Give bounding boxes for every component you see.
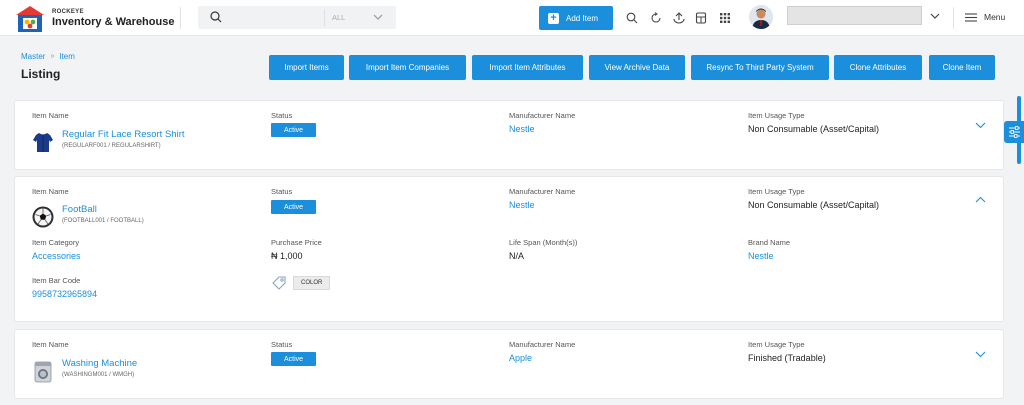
usage-type-value: Finished (Tradable) <box>748 353 826 363</box>
football-thumbnail-icon[interactable] <box>32 206 54 228</box>
status-label: Status <box>271 340 293 349</box>
refresh-icon[interactable] <box>650 12 662 24</box>
clone-item-button[interactable]: Clone Item <box>929 55 995 80</box>
search-filter-select[interactable]: ALL <box>332 13 345 22</box>
add-item-label: Add Item <box>566 13 599 23</box>
item-card: Item Name Washing Machine (WASHINGM001 /… <box>14 329 1004 399</box>
chevron-down-icon[interactable] <box>975 122 986 129</box>
manufacturer-label: Manufacturer Name <box>509 111 576 120</box>
status-badge: Active <box>271 200 316 214</box>
upload-icon[interactable] <box>673 12 685 24</box>
purchase-price-value: ₦ 1,000 <box>271 251 303 261</box>
search-input[interactable] <box>230 10 320 25</box>
divider <box>180 7 181 29</box>
item-card: Item Name FootBall (FOOTBALL001 / FOOTBA… <box>14 176 1004 322</box>
filter-panel-toggle[interactable] <box>1004 121 1024 143</box>
sliders-icon <box>1009 126 1020 138</box>
divider <box>953 7 954 29</box>
menu-label: Menu <box>984 12 1006 22</box>
hamburger-icon <box>965 12 977 22</box>
view-archive-data-button[interactable]: View Archive Data <box>589 55 685 80</box>
manufacturer-label: Manufacturer Name <box>509 340 576 349</box>
search-icon <box>210 11 222 23</box>
manufacturer-link[interactable]: Apple <box>509 353 532 363</box>
item-code: (FOOTBALL001 / FOOTBALL) <box>62 218 144 224</box>
item-name-label: Item Name <box>32 111 69 120</box>
import-item-attributes-button[interactable]: Import Item Attributes <box>472 55 583 80</box>
item-name-label: Item Name <box>32 340 69 349</box>
purchase-price-label: Purchase Price <box>271 238 322 247</box>
plus-icon: + <box>548 12 559 24</box>
breadcrumb-current[interactable]: Item <box>59 52 75 61</box>
item-code: (WASHINGM001 / WMGH) <box>62 372 135 378</box>
menu-button[interactable]: Menu <box>965 12 1005 22</box>
item-name-link[interactable]: Washing Machine <box>62 358 137 369</box>
status-badge: Active <box>271 352 316 366</box>
chevron-down-icon[interactable] <box>373 14 383 21</box>
resync-third-party-button[interactable]: Resync To Third Party System <box>691 55 829 80</box>
status-label: Status <box>271 111 293 120</box>
life-span-label: Life Span (Month(s)) <box>509 238 578 247</box>
item-name-label: Item Name <box>32 187 69 196</box>
avatar[interactable] <box>749 5 773 29</box>
apps-grid-icon[interactable] <box>719 12 731 24</box>
washing-machine-thumbnail-icon[interactable] <box>32 361 54 383</box>
attribute-chip[interactable]: COLOR <box>293 276 331 290</box>
top-bar: ROCKEYE Inventory & Warehouse ALL + Add … <box>0 0 1024 36</box>
life-span-value: N/A <box>509 251 525 261</box>
usage-type-value: Non Consumable (Asset/Capital) <box>748 200 880 210</box>
item-card: Item Name Regular Fit Lace Resort Shirt … <box>14 100 1004 170</box>
app-title: Inventory & Warehouse <box>52 16 175 28</box>
usage-type-label: Item Usage Type <box>748 340 805 349</box>
usage-type-label: Item Usage Type <box>748 111 805 120</box>
breadcrumb-separator-icon: » <box>50 53 55 60</box>
chevron-up-icon[interactable] <box>975 196 986 203</box>
page-title: Listing <box>21 67 61 81</box>
global-search: ALL <box>198 6 396 29</box>
item-barcode-label: Item Bar Code <box>32 276 81 285</box>
user-name-redacted[interactable] <box>787 6 922 25</box>
chevron-down-icon[interactable] <box>975 351 986 358</box>
item-category-link[interactable]: Accessories <box>32 251 81 261</box>
search-icon[interactable] <box>626 12 638 24</box>
item-category-label: Item Category <box>32 238 80 247</box>
rockeye-logo-icon[interactable] <box>15 5 45 33</box>
chevron-down-icon[interactable] <box>930 13 940 20</box>
shirt-thumbnail-icon[interactable] <box>32 131 54 153</box>
usage-type-label: Item Usage Type <box>748 187 805 196</box>
import-item-companies-button[interactable]: Import Item Companies <box>349 55 466 80</box>
manufacturer-link[interactable]: Nestle <box>509 200 535 210</box>
manufacturer-label: Manufacturer Name <box>509 187 576 196</box>
item-name-link[interactable]: FootBall <box>62 204 97 215</box>
brand-tagline: ROCKEYE <box>52 9 84 15</box>
breadcrumb-master-link[interactable]: Master <box>21 52 45 61</box>
status-badge: Active <box>271 123 316 137</box>
item-code: (REGULARF001 / REGULARSHIRT) <box>62 143 161 149</box>
divider <box>324 9 325 26</box>
clone-attributes-button[interactable]: Clone Attributes <box>834 55 922 80</box>
tag-icon <box>272 276 286 290</box>
item-name-link[interactable]: Regular Fit Lace Resort Shirt <box>62 129 185 140</box>
item-barcode-link[interactable]: 9958732965894 <box>32 289 97 299</box>
add-item-button[interactable]: + Add Item <box>539 6 613 30</box>
calculator-icon[interactable] <box>695 12 707 24</box>
brand-name-label: Brand Name <box>748 238 791 247</box>
usage-type-value: Non Consumable (Asset/Capital) <box>748 124 880 134</box>
manufacturer-link[interactable]: Nestle <box>509 124 535 134</box>
brand-name-link[interactable]: Nestle <box>748 251 774 261</box>
import-items-button[interactable]: Import Items <box>269 55 344 80</box>
breadcrumb: Master » Item <box>21 52 75 61</box>
status-label: Status <box>271 187 293 196</box>
